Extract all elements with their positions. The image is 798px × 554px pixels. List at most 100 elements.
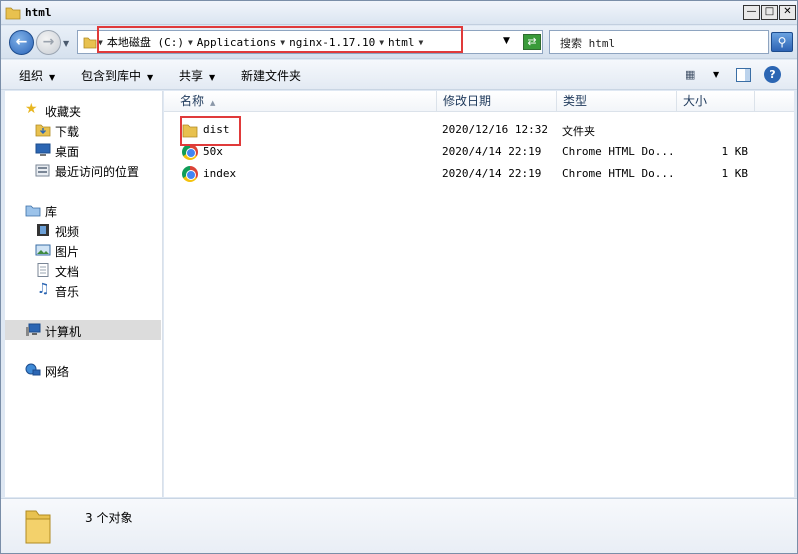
file-list: 名称 ▲ 修改日期 类型 大小 dist 2020/12/16 12:32 文件夹… bbox=[164, 91, 794, 497]
file-type: Chrome HTML Do... bbox=[562, 145, 675, 158]
file-modified: 2020/12/16 12:32 bbox=[442, 123, 548, 136]
column-header-modified[interactable]: 修改日期 bbox=[437, 91, 557, 112]
command-bar: 组织 ▼ 包含到库中 ▼ 共享 ▼ 新建文件夹 ▦ ▼ ? bbox=[1, 60, 797, 90]
search-placeholder: 搜索 html bbox=[560, 37, 616, 50]
breadcrumb-item-nginx[interactable]: nginx-1.17.10 bbox=[289, 36, 375, 49]
breadcrumb-item-local-disk[interactable]: 本地磁盘 (C:) bbox=[107, 34, 184, 50]
column-header-label: 修改日期 bbox=[443, 94, 492, 108]
include-in-library-label: 包含到库中 bbox=[81, 69, 142, 83]
file-row-50x[interactable]: 50x 2020/4/14 22:19 Chrome HTML Do... 1 … bbox=[164, 141, 794, 163]
minimize-button[interactable]: — bbox=[743, 5, 760, 20]
address-row: ← → ▼ ▼ 本地磁盘 (C:) ▼ Applications ▼ nginx… bbox=[1, 26, 797, 59]
recent-pages-dropdown-icon[interactable]: ▼ bbox=[63, 39, 69, 48]
document-icon bbox=[37, 263, 49, 277]
chevron-down-icon[interactable]: ▼ bbox=[98, 38, 103, 47]
chevron-down-icon[interactable]: ▼ bbox=[280, 38, 285, 47]
organize-menu[interactable]: 组织 ▼ bbox=[19, 67, 55, 84]
search-icon[interactable]: ⚲ bbox=[771, 32, 793, 52]
chevron-down-icon[interactable]: ▼ bbox=[379, 38, 384, 47]
sidebar-item-favorites[interactable]: ★ 收藏夹 bbox=[5, 100, 161, 120]
file-row-dist[interactable]: dist 2020/12/16 12:32 文件夹 bbox=[164, 119, 794, 141]
folder-icon bbox=[5, 7, 21, 20]
downloads-folder-icon bbox=[35, 124, 51, 137]
sidebar-item-label: 最近访问的位置 bbox=[55, 165, 140, 179]
sidebar-item-videos[interactable]: 视频 bbox=[5, 220, 161, 240]
sidebar-item-computer[interactable]: 计算机 bbox=[5, 320, 161, 340]
sidebar-item-music[interactable]: ♫ 音乐 bbox=[5, 280, 161, 300]
recent-places-icon bbox=[35, 164, 50, 177]
sidebar-item-downloads[interactable]: 下载 bbox=[5, 120, 161, 140]
file-name: 50x bbox=[203, 145, 223, 158]
new-folder-button[interactable]: 新建文件夹 bbox=[241, 67, 301, 84]
sidebar-item-libraries[interactable]: 库 bbox=[5, 200, 161, 220]
file-modified: 2020/4/14 22:19 bbox=[442, 167, 542, 180]
column-header-size[interactable]: 大小 bbox=[677, 91, 755, 112]
title-bar: html — □ ✕ bbox=[1, 1, 797, 25]
details-pane: 3 个对象 bbox=[1, 498, 797, 553]
new-folder-label: 新建文件夹 bbox=[241, 69, 302, 83]
chevron-down-icon: ▼ bbox=[147, 73, 154, 82]
chevron-down-icon[interactable]: ▼ bbox=[419, 38, 424, 47]
column-header-name[interactable]: 名称 ▲ bbox=[174, 91, 437, 112]
picture-icon bbox=[35, 244, 51, 256]
sidebar-item-desktop[interactable]: 桌面 bbox=[5, 140, 161, 160]
explorer-window: html — □ ✕ ← → ▼ ▼ 本地磁盘 (C:) ▼ Applicati… bbox=[0, 0, 798, 554]
breadcrumb-item-html[interactable]: html bbox=[388, 36, 415, 49]
address-history-dropdown[interactable]: ▼ bbox=[503, 36, 510, 46]
file-type: Chrome HTML Do... bbox=[562, 167, 675, 180]
file-size: 1 KB bbox=[721, 167, 749, 180]
sidebar-item-label: 图片 bbox=[55, 245, 80, 259]
computer-icon bbox=[26, 323, 41, 336]
file-modified: 2020/4/14 22:19 bbox=[442, 145, 542, 158]
share-menu[interactable]: 共享 ▼ bbox=[179, 67, 215, 84]
file-name: dist bbox=[203, 123, 230, 136]
search-input[interactable]: 搜索 html bbox=[549, 30, 769, 54]
network-icon bbox=[25, 363, 41, 376]
sidebar-item-label: 网络 bbox=[45, 365, 70, 379]
sidebar-item-label: 桌面 bbox=[55, 145, 80, 159]
chevron-down-icon: ▼ bbox=[209, 73, 216, 82]
include-in-library-menu[interactable]: 包含到库中 ▼ bbox=[81, 67, 153, 84]
chevron-down-icon[interactable]: ▼ bbox=[713, 70, 719, 79]
view-options-icon[interactable]: ▦ bbox=[685, 68, 695, 81]
maximize-button[interactable]: □ bbox=[761, 5, 778, 20]
sidebar-item-label: 收藏夹 bbox=[45, 105, 82, 119]
file-size: 1 KB bbox=[721, 145, 749, 158]
help-icon[interactable]: ? bbox=[764, 66, 781, 83]
navigation-pane: ★ 收藏夹 下载 桌面 最近访问的位置 库 视频 图片 文档 ♫ 音乐 计算机 … bbox=[5, 91, 163, 497]
column-header-label: 名称 bbox=[180, 94, 205, 108]
sidebar-item-documents[interactable]: 文档 bbox=[5, 260, 161, 280]
file-name: index bbox=[203, 167, 237, 180]
sidebar-item-label: 视频 bbox=[55, 225, 80, 239]
chevron-down-icon: ▼ bbox=[49, 73, 56, 82]
folder-icon bbox=[83, 37, 97, 49]
column-header-type[interactable]: 类型 bbox=[557, 91, 677, 112]
breadcrumb-item-applications[interactable]: Applications bbox=[197, 36, 276, 49]
sidebar-item-label: 音乐 bbox=[55, 285, 80, 299]
forward-button[interactable]: → bbox=[36, 30, 61, 55]
sidebar-item-recent-places[interactable]: 最近访问的位置 bbox=[5, 160, 161, 180]
film-icon bbox=[37, 224, 49, 236]
chrome-html-icon bbox=[182, 144, 198, 160]
back-button[interactable]: ← bbox=[9, 30, 34, 55]
refresh-button[interactable]: ⇄ bbox=[523, 34, 541, 50]
address-bar[interactable]: ▼ 本地磁盘 (C:) ▼ Applications ▼ nginx-1.17.… bbox=[77, 30, 543, 54]
sidebar-item-label: 下载 bbox=[55, 125, 80, 139]
preview-pane-icon[interactable] bbox=[736, 68, 751, 82]
share-label: 共享 bbox=[179, 69, 204, 83]
desktop-icon bbox=[35, 143, 51, 156]
file-row-index[interactable]: index 2020/4/14 22:19 Chrome HTML Do... … bbox=[164, 163, 794, 185]
chevron-down-icon[interactable]: ▼ bbox=[188, 38, 193, 47]
music-note-icon: ♫ bbox=[37, 281, 50, 297]
sidebar-item-label: 计算机 bbox=[45, 325, 82, 339]
column-header-row: 名称 ▲ 修改日期 类型 大小 bbox=[164, 91, 794, 112]
close-button[interactable]: ✕ bbox=[779, 5, 796, 20]
folder-icon bbox=[25, 510, 51, 544]
item-count: 3 个对象 bbox=[85, 511, 133, 525]
libraries-icon bbox=[25, 205, 41, 217]
sidebar-item-network[interactable]: 网络 bbox=[5, 360, 161, 380]
sidebar-item-pictures[interactable]: 图片 bbox=[5, 240, 161, 260]
file-type: 文件夹 bbox=[562, 125, 595, 138]
organize-label: 组织 bbox=[19, 69, 44, 83]
window-title: html bbox=[25, 6, 52, 19]
